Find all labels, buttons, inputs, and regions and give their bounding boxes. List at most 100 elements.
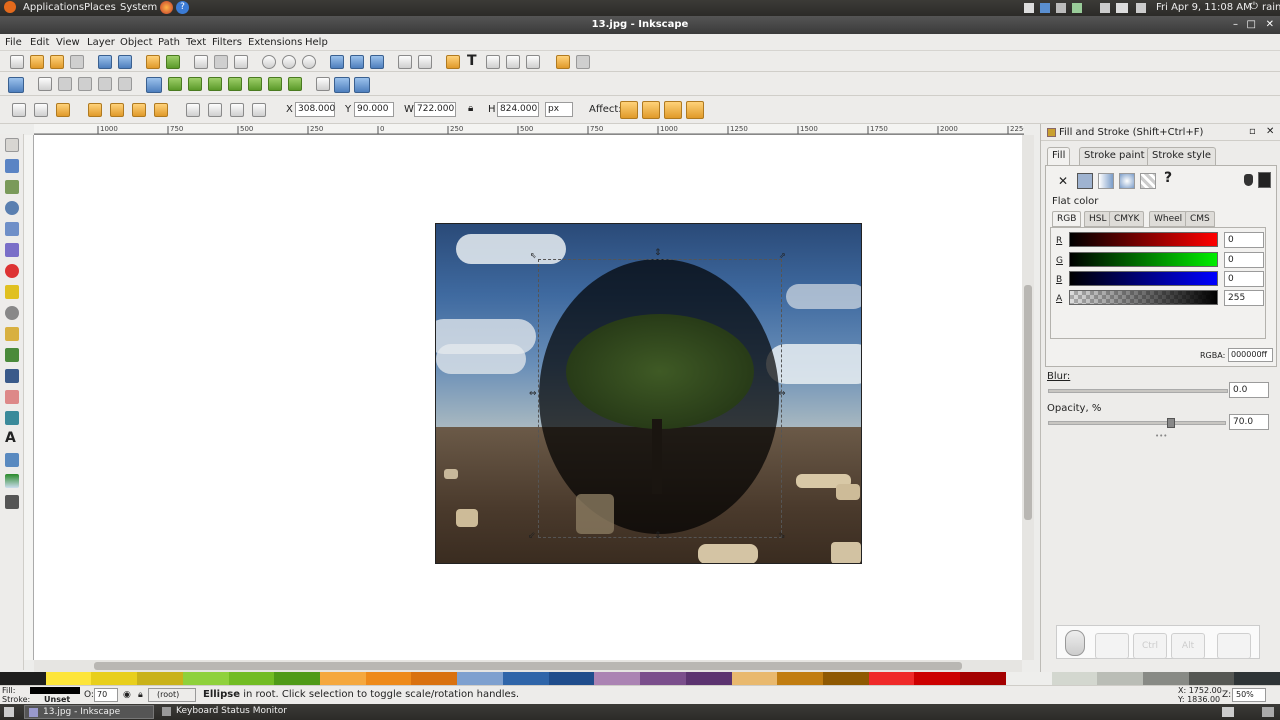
opacity-slider[interactable] <box>1048 418 1226 428</box>
clone-icon[interactable] <box>350 55 364 69</box>
snap-intersections-icon[interactable] <box>188 77 202 91</box>
a-value-input[interactable]: 255 <box>1224 290 1264 306</box>
affect-pattern-icon[interactable] <box>686 101 704 119</box>
tray-icon[interactable] <box>1024 3 1034 13</box>
eraser-tool-icon[interactable] <box>5 390 19 404</box>
scale-handle-icon[interactable]: ⇕ <box>654 531 662 541</box>
menu-layer[interactable]: Layer <box>87 37 115 48</box>
tab-cmyk[interactable]: CMYK <box>1109 211 1145 227</box>
paint-bucket-tool-icon[interactable] <box>5 411 19 425</box>
cut-icon[interactable] <box>214 55 228 69</box>
show-desktop-icon[interactable] <box>4 707 14 717</box>
palette-swatch[interactable] <box>502 672 549 685</box>
text-tool-icon[interactable]: A <box>5 430 16 446</box>
snap-nodes-icon[interactable] <box>146 77 162 93</box>
snap-bbox-edge-icon[interactable] <box>58 77 72 91</box>
scale-handle-icon[interactable]: ⇖ <box>530 251 537 260</box>
zoom-tool-icon[interactable] <box>5 201 19 215</box>
print-icon[interactable] <box>70 55 84 69</box>
align-distribute-icon[interactable] <box>526 55 540 69</box>
scale-handle-icon[interactable]: ⇔ <box>529 389 537 399</box>
tab-hsl[interactable]: HSL <box>1084 211 1112 227</box>
affect-corners-icon[interactable] <box>642 101 660 119</box>
palette-swatch[interactable] <box>274 672 321 685</box>
taskbar-item-keyboard-monitor[interactable]: Keyboard Status Monitor <box>158 705 328 719</box>
blur-slider[interactable] <box>1048 389 1228 393</box>
snap-toggle-icon[interactable] <box>8 77 24 93</box>
palette-swatch[interactable] <box>1005 672 1052 685</box>
menu-help[interactable]: Help <box>305 37 328 48</box>
fill-stroke-icon[interactable] <box>446 55 460 69</box>
palette-swatch[interactable] <box>137 672 183 685</box>
blur-input[interactable]: 0.0 <box>1229 382 1269 398</box>
menu-filters[interactable]: Filters <box>212 37 242 48</box>
a-slider[interactable] <box>1069 290 1218 305</box>
unit-select[interactable]: px <box>545 102 573 117</box>
rgba-input[interactable]: 000000ff <box>1228 348 1273 362</box>
vertical-scroll-thumb[interactable] <box>1024 285 1032 520</box>
spiral-tool-icon[interactable] <box>5 306 19 320</box>
palette-swatch[interactable] <box>777 672 823 685</box>
applications-menu[interactable]: Applications <box>23 2 84 13</box>
layer-lock-icon[interactable]: 🔒︎ <box>138 690 143 700</box>
zoom-drawing-icon[interactable] <box>282 55 296 69</box>
calligraphy-tool-icon[interactable] <box>5 369 19 383</box>
system-menu[interactable]: System <box>120 2 157 13</box>
g-value-input[interactable]: 0 <box>1224 252 1264 268</box>
palette-swatch[interactable] <box>685 672 732 685</box>
palette-swatch[interactable] <box>320 672 366 685</box>
palette-swatch[interactable] <box>0 672 46 685</box>
user-name[interactable]: rain <box>1262 2 1280 13</box>
unset-paint-icon[interactable]: ? <box>1164 170 1172 186</box>
palette-swatch[interactable] <box>1097 672 1143 685</box>
xml-editor-icon[interactable] <box>486 55 500 69</box>
vertical-scrollbar[interactable] <box>1022 135 1034 660</box>
snap-paths-icon[interactable] <box>168 77 182 91</box>
horizontal-scroll-thumb[interactable] <box>94 662 962 670</box>
pen-tool-icon[interactable] <box>5 348 19 362</box>
snap-bbox-corner-icon[interactable] <box>78 77 92 91</box>
group-icon[interactable] <box>398 55 412 69</box>
select-all-icon[interactable] <box>12 103 26 117</box>
duplicate-icon[interactable] <box>330 55 344 69</box>
affect-gradient-icon[interactable] <box>664 101 682 119</box>
panel-grip[interactable]: ••• <box>1155 432 1167 440</box>
export-icon[interactable] <box>118 55 132 69</box>
scale-handle-icon[interactable]: ⇘ <box>778 531 786 541</box>
open-icon[interactable] <box>30 55 44 69</box>
dialog-close-icon[interactable]: ✕ <box>1266 126 1274 137</box>
unlink-clone-icon[interactable] <box>370 55 384 69</box>
snap-bbox-center-icon[interactable] <box>118 77 132 91</box>
no-paint-icon[interactable]: ✕ <box>1058 174 1068 188</box>
deselect-icon[interactable] <box>56 103 70 117</box>
menu-file[interactable]: File <box>5 37 22 48</box>
affect-stroke-icon[interactable] <box>620 101 638 119</box>
3dbox-tool-icon[interactable] <box>5 243 19 257</box>
redo-icon[interactable] <box>166 55 180 69</box>
menu-path[interactable]: Path <box>158 37 180 48</box>
ubuntu-logo-icon[interactable] <box>4 1 16 13</box>
text-font-icon[interactable]: T <box>467 53 477 69</box>
scale-handle-icon[interactable]: ⇗ <box>779 251 786 260</box>
tab-stroke-style[interactable]: Stroke style <box>1147 147 1217 165</box>
palette-swatch[interactable] <box>731 672 778 685</box>
power-icon[interactable]: ⏻ <box>1250 1 1258 12</box>
raise-top-icon[interactable] <box>252 103 266 117</box>
copy-icon[interactable] <box>194 55 208 69</box>
palette-swatch[interactable] <box>228 672 275 685</box>
tab-rgb[interactable]: RGB <box>1052 211 1082 227</box>
palette-swatch[interactable] <box>822 672 869 685</box>
palette-swatch[interactable] <box>45 672 92 685</box>
snap-cusp-icon[interactable] <box>208 77 222 91</box>
palette-swatch[interactable] <box>91 672 138 685</box>
tab-stroke-paint[interactable]: Stroke paint <box>1079 147 1150 165</box>
dropper-tool-icon[interactable] <box>5 495 19 509</box>
menu-object[interactable]: Object <box>120 37 153 48</box>
horizontal-scrollbar[interactable] <box>34 660 1022 672</box>
workspace-switcher-icon[interactable] <box>1222 707 1234 717</box>
tab-fill[interactable]: Fill <box>1047 147 1071 165</box>
places-menu[interactable]: Places <box>84 2 116 13</box>
bluetooth-icon[interactable] <box>1040 3 1050 13</box>
tab-wheel[interactable]: Wheel <box>1149 211 1188 227</box>
scale-handle-icon[interactable]: ⇔ <box>778 389 786 399</box>
